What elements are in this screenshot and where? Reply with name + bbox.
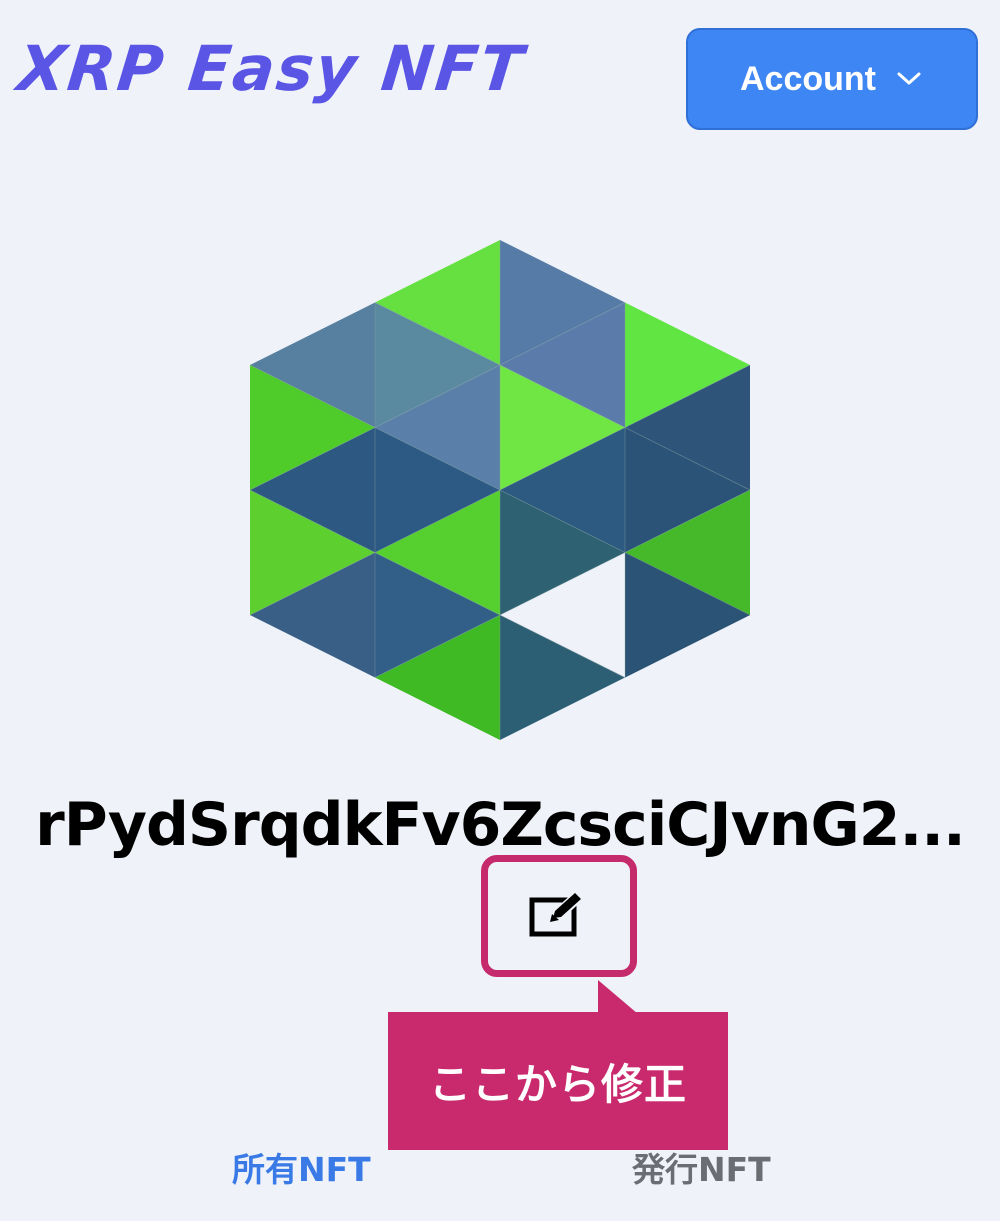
avatar-identicon — [250, 240, 750, 740]
tab-issued-nft[interactable]: 発行NFT — [632, 1143, 771, 1191]
edit-icon — [529, 889, 589, 943]
chevron-down-icon — [894, 69, 924, 89]
tab-owned-nft[interactable]: 所有NFT — [232, 1143, 371, 1191]
account-button-label: Account — [740, 59, 876, 98]
annotation-callout: ここから修正 — [388, 1012, 728, 1150]
account-button[interactable]: Account — [686, 28, 978, 130]
app-logo[interactable]: XRP Easy NFT — [14, 32, 528, 105]
edit-button[interactable] — [481, 855, 637, 977]
wallet-address: rPydSrqdkFv6ZcsciCJvnG2... — [35, 790, 966, 860]
